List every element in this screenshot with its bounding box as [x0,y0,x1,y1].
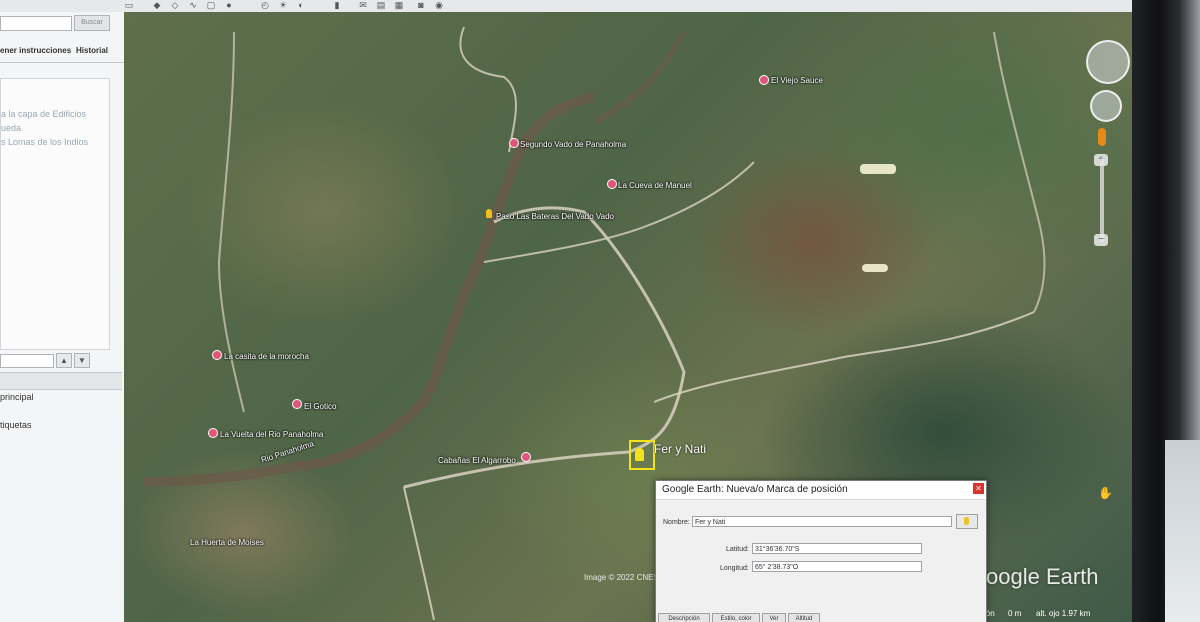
layer-text: s Lomas de los Indios [1,137,89,147]
desk-surface [1165,440,1200,622]
close-icon[interactable]: ✕ [973,483,984,494]
new-placemark-dialog: Google Earth: Nueva/o Marca de posición … [655,480,987,622]
screen: ▭ ◆ ◇ ∿ ▢ ● ◴ ☀ ◐ ▮ ✉ ▤ ▦ ◙ ◉ Buscar ene… [0,0,1180,622]
latitude-label: Latitud: [726,546,749,553]
new-placemark-label: Fer y Nati [654,442,707,456]
move-down-button[interactable]: ▼ [74,353,90,368]
tab-history[interactable]: Historial [76,46,108,55]
dialog-titlebar[interactable]: Google Earth: Nueva/o Marca de posición … [656,481,986,500]
save-image-icon[interactable]: ▦ [392,0,406,10]
placemark-pin[interactable] [521,452,531,462]
placemark-pin[interactable] [759,75,769,85]
planet-icon[interactable]: ◐ [294,0,308,10]
hand-cursor-icon: ✋ [1098,486,1113,500]
zoom-out-button[interactable]: − [1094,234,1108,246]
places-item[interactable]: tiquetas [0,420,32,430]
screen-glare [860,164,896,174]
tab-altitude[interactable]: Altitud [788,613,820,622]
historical-imagery-icon[interactable]: ◴ [258,0,272,10]
place-label[interactable]: La Huerta de Moises [190,538,264,547]
place-label[interactable]: El Gotico [304,402,336,411]
name-field[interactable]: Fer y Nati [692,516,952,527]
placemark-icon-button[interactable] [956,514,978,529]
sidebar: Buscar ener instrucciones Historial a la… [0,12,125,622]
zoom-slider[interactable] [1100,158,1104,242]
look-control-icon[interactable] [1086,40,1130,84]
screen-glare [862,264,888,272]
layer-text: a la capa de Edificios [1,109,87,119]
place-label[interactable]: La casita de la morocha [224,352,309,361]
layer-text: ueda [1,123,22,133]
ruler-icon[interactable]: ▮ [330,0,344,10]
places-item[interactable]: principal [0,392,34,402]
places-header [0,372,122,390]
sidebar-tabs: ener instrucciones Historial [0,42,124,63]
place-label[interactable]: La Cueva de Manuel [618,181,692,190]
move-control-icon[interactable] [1090,90,1122,122]
maps-icon[interactable]: ◙ [414,0,428,10]
name-label: Nombre: [663,519,690,526]
placemark-pin[interactable] [212,350,222,360]
polygon-icon[interactable]: ◇ [168,0,182,10]
print-icon[interactable]: ▤ [374,0,388,10]
longitude-label: Longitud: [720,565,749,572]
globe-icon[interactable]: ◉ [432,0,446,10]
placemark-pin[interactable] [607,179,617,189]
tab-directions[interactable]: ener instrucciones [0,46,71,55]
latitude-field[interactable]: 31°36'36.70"S [752,543,922,554]
overlay-icon[interactable]: ▢ [204,0,218,10]
yellow-pin-icon[interactable] [486,209,492,218]
longitude-field[interactable]: 65° 2'38.73"O [752,561,922,572]
hide-sidebar-icon[interactable]: ▭ [122,0,136,10]
tab-view[interactable]: Ver [762,613,786,622]
sun-icon[interactable]: ☀ [276,0,290,10]
placemark-pin[interactable] [509,138,519,148]
place-label[interactable]: Segundo Vado de Panaholma [520,140,626,149]
dialog-title: Google Earth: Nueva/o Marca de posición [662,484,848,495]
place-label[interactable]: Paso Las Bateras Del Vado Vado [496,212,614,221]
tab-style-color[interactable]: Estilo, color [712,613,760,622]
path-icon[interactable]: ∿ [186,0,200,10]
search-results-panel: a la capa de Edificios ueda s Lomas de l… [0,78,110,350]
placemark-pin[interactable] [208,428,218,438]
move-up-button[interactable]: ▲ [56,353,72,368]
place-label[interactable]: El Viejo Sauce [771,76,823,85]
place-label[interactable]: Cabañas El Algarrobo [438,456,516,465]
placemark-icon[interactable]: ◆ [150,0,164,10]
search-button[interactable]: Buscar [74,15,110,31]
email-icon[interactable]: ✉ [356,0,370,10]
tour-icon[interactable]: ● [222,0,236,10]
eye-altitude-text: alt. ojo 1.97 km [1036,609,1091,618]
new-placemark-pin-icon[interactable] [635,448,644,461]
search-input[interactable] [0,16,72,31]
panel-input[interactable] [0,354,54,368]
street-view-pegman-icon[interactable] [1098,128,1106,146]
elevation-text: 0 m [1008,609,1022,618]
place-label[interactable]: La Vuelta del Rio Panaholma [220,430,323,439]
placemark-pin[interactable] [292,399,302,409]
google-earth-watermark: oogle Earth [986,564,1099,589]
pushpin-icon [964,517,969,525]
tab-description[interactable]: Descripción [658,613,710,622]
